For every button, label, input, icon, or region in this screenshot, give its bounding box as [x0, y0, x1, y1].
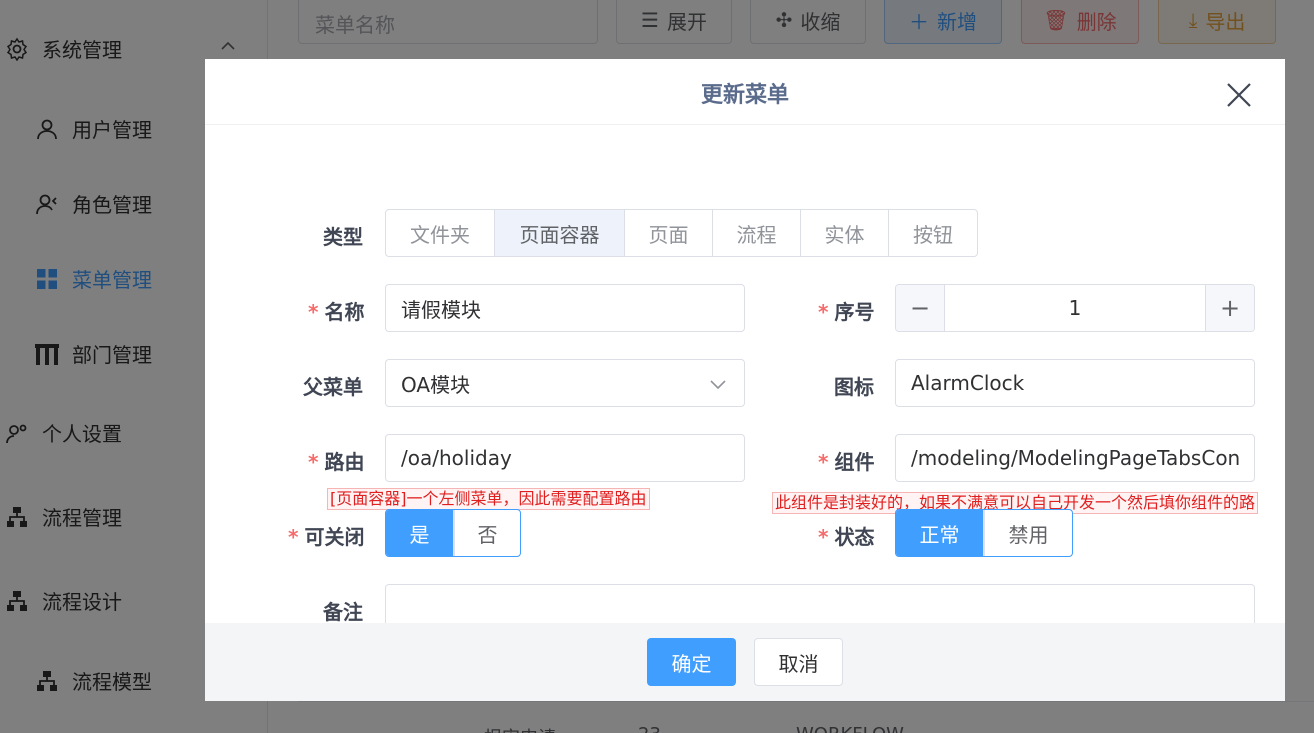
status-option-normal[interactable]: 正常: [896, 510, 984, 556]
name-input[interactable]: 请假模块: [385, 284, 745, 332]
type-option-page[interactable]: 页面: [625, 210, 713, 256]
component-label-text: 组件: [834, 450, 875, 474]
type-option-flow[interactable]: 流程: [713, 210, 801, 256]
order-label-text: 序号: [834, 300, 875, 324]
route-input[interactable]: /oa/holiday: [385, 434, 745, 482]
type-label: 类型: [323, 225, 363, 249]
required-mark: *: [818, 300, 829, 324]
confirm-button[interactable]: 确定: [647, 638, 736, 686]
chevron-down-icon: [710, 380, 726, 390]
component-input[interactable]: /modeling/ModelingPageTabsContainer: [895, 434, 1255, 482]
closable-label-text: 可关闭: [304, 525, 365, 549]
order-value[interactable]: 1: [944, 285, 1206, 331]
update-menu-dialog: 更新菜单 类型 文件夹 页面容器 页面 流程 实体 按钮 * 名称 请假模块 * 序…: [205, 59, 1285, 701]
parent-value: OA模块: [401, 372, 471, 397]
order-label: * 序号: [818, 296, 874, 325]
route-label: * 路由: [308, 446, 364, 475]
route-label-text: 路由: [324, 450, 365, 474]
closable-option-yes[interactable]: 是: [386, 510, 454, 556]
status-option-disabled[interactable]: 禁用: [984, 510, 1072, 556]
dialog-footer: 确定 取消: [205, 623, 1285, 701]
route-value: /oa/holiday: [401, 446, 512, 470]
icon-input[interactable]: AlarmClock: [895, 359, 1255, 407]
icon-value: AlarmClock: [911, 371, 1025, 395]
type-option-folder[interactable]: 文件夹: [386, 210, 495, 256]
remark-label: 备注: [323, 600, 363, 624]
name-value: 请假模块: [401, 297, 481, 322]
name-label-text: 名称: [324, 300, 365, 324]
parent-select[interactable]: OA模块: [385, 359, 745, 407]
dialog-body: 类型 文件夹 页面容器 页面 流程 实体 按钮 * 名称 请假模块 * 序号 − 1…: [205, 125, 1285, 632]
component-label: * 组件: [818, 446, 874, 475]
required-mark: *: [308, 300, 319, 324]
name-label: * 名称: [308, 296, 364, 325]
decrement-button[interactable]: −: [896, 285, 944, 331]
dialog-title: 更新菜单: [700, 83, 789, 108]
closable-label: * 可关闭: [288, 521, 364, 550]
type-option-page-container[interactable]: 页面容器: [495, 210, 625, 256]
order-stepper: − 1 +: [895, 284, 1255, 332]
increment-button[interactable]: +: [1206, 285, 1254, 331]
route-annotation: [页面容器]一个左侧菜单，因此需要配置路由: [327, 488, 650, 510]
component-value: /modeling/ModelingPageTabsContainer: [911, 446, 1239, 470]
close-icon[interactable]: [1225, 81, 1253, 109]
status-radio-group: 正常 禁用: [895, 509, 1073, 557]
parent-label: 父菜单: [303, 375, 363, 399]
required-mark: *: [308, 450, 319, 474]
type-option-entity[interactable]: 实体: [801, 210, 889, 256]
icon-label: 图标: [834, 375, 874, 399]
closable-option-no[interactable]: 否: [454, 510, 520, 556]
required-mark: *: [818, 450, 829, 474]
cancel-button[interactable]: 取消: [754, 638, 843, 686]
closable-radio-group: 是 否: [385, 509, 521, 557]
type-radio-group: 文件夹 页面容器 页面 流程 实体 按钮: [385, 209, 978, 257]
status-label: * 状态: [818, 521, 874, 550]
required-mark: *: [818, 525, 829, 549]
status-label-text: 状态: [834, 525, 875, 549]
required-mark: *: [288, 525, 299, 549]
dialog-header: 更新菜单: [205, 59, 1285, 125]
type-option-button[interactable]: 按钮: [889, 210, 977, 256]
